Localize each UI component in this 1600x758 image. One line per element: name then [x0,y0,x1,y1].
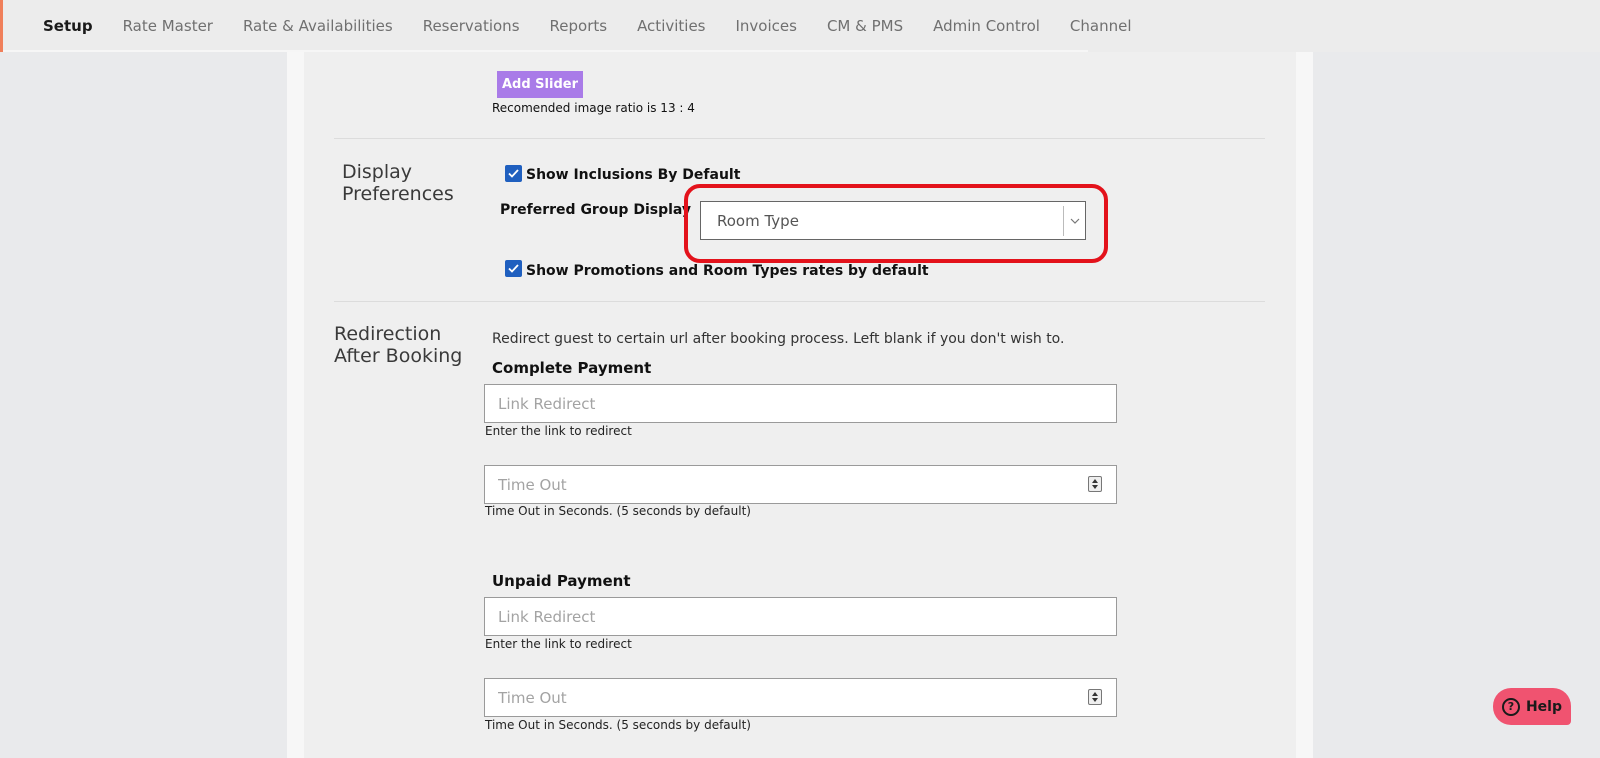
nav-item-invoices[interactable]: Invoices [736,17,797,35]
redirection-title-line2: After Booking [334,345,463,367]
section-divider [334,138,1265,139]
show-inclusions-checkbox[interactable] [505,165,522,182]
image-ratio-note: Recomended image ratio is 13 : 4 [492,101,695,115]
show-inclusions-label: Show Inclusions By Default [526,167,741,183]
top-navigation: Setup Rate Master Rate & Availabilities … [0,0,1600,52]
question-circle-icon: ? [1501,697,1520,716]
unpaid-payment-timeout-input[interactable] [484,678,1117,717]
checkmark-icon [508,169,519,178]
nav-item-cm-pms[interactable]: CM & PMS [827,17,903,35]
preferred-group-select[interactable]: Room Type [700,201,1086,240]
redirection-title-line1: Redirection [334,323,442,345]
nav-item-channel[interactable]: Channel [1070,17,1132,35]
chevron-down-icon[interactable] [1063,206,1085,236]
timeout-spinner-icon[interactable] [1088,476,1102,492]
unpaid-payment-link-input[interactable] [484,597,1117,636]
preferred-group-display-label: Preferred Group Display [500,202,692,218]
nav-list: Setup Rate Master Rate & Availabilities … [3,17,1162,35]
complete-payment-timeout-input[interactable] [484,465,1117,504]
help-label: Help [1525,698,1563,715]
add-slider-button[interactable]: Add Slider [497,71,583,98]
nav-item-reservations[interactable]: Reservations [423,17,520,35]
checkmark-icon [508,264,519,273]
nav-item-rate-master[interactable]: Rate Master [123,17,213,35]
section-divider [334,301,1265,302]
preferred-group-selected-value: Room Type [717,212,799,230]
nav-item-reports[interactable]: Reports [550,17,608,35]
timeout-spinner-icon[interactable] [1088,689,1102,705]
display-preferences-title: Display Preferences [342,161,454,205]
nav-item-activities[interactable]: Activities [637,17,705,35]
nav-item-setup[interactable]: Setup [43,17,93,35]
show-promotions-label: Show Promotions and Room Types rates by … [526,263,929,279]
nav-item-rate-availabilities[interactable]: Rate & Availabilities [243,17,393,35]
complete-payment-timeout-note: Time Out in Seconds. (5 seconds by defau… [485,504,751,518]
complete-payment-link-input[interactable] [484,384,1117,423]
complete-payment-link-note: Enter the link to redirect [485,424,632,438]
redirection-description: Redirect guest to certain url after book… [492,331,1065,347]
display-preferences-title-line1: Display [342,161,413,183]
show-promotions-checkbox[interactable] [505,260,522,277]
unpaid-payment-timeout-note: Time Out in Seconds. (5 seconds by defau… [485,718,751,732]
display-preferences-title-line2: Preferences [342,183,454,205]
redirection-title: Redirection After Booking [334,323,462,367]
nav-item-admin-control[interactable]: Admin Control [933,17,1040,35]
unpaid-payment-link-note: Enter the link to redirect [485,637,632,651]
unpaid-payment-title: Unpaid Payment [492,572,631,590]
help-button[interactable]: ? Help [1493,688,1571,725]
complete-payment-title: Complete Payment [492,359,652,377]
